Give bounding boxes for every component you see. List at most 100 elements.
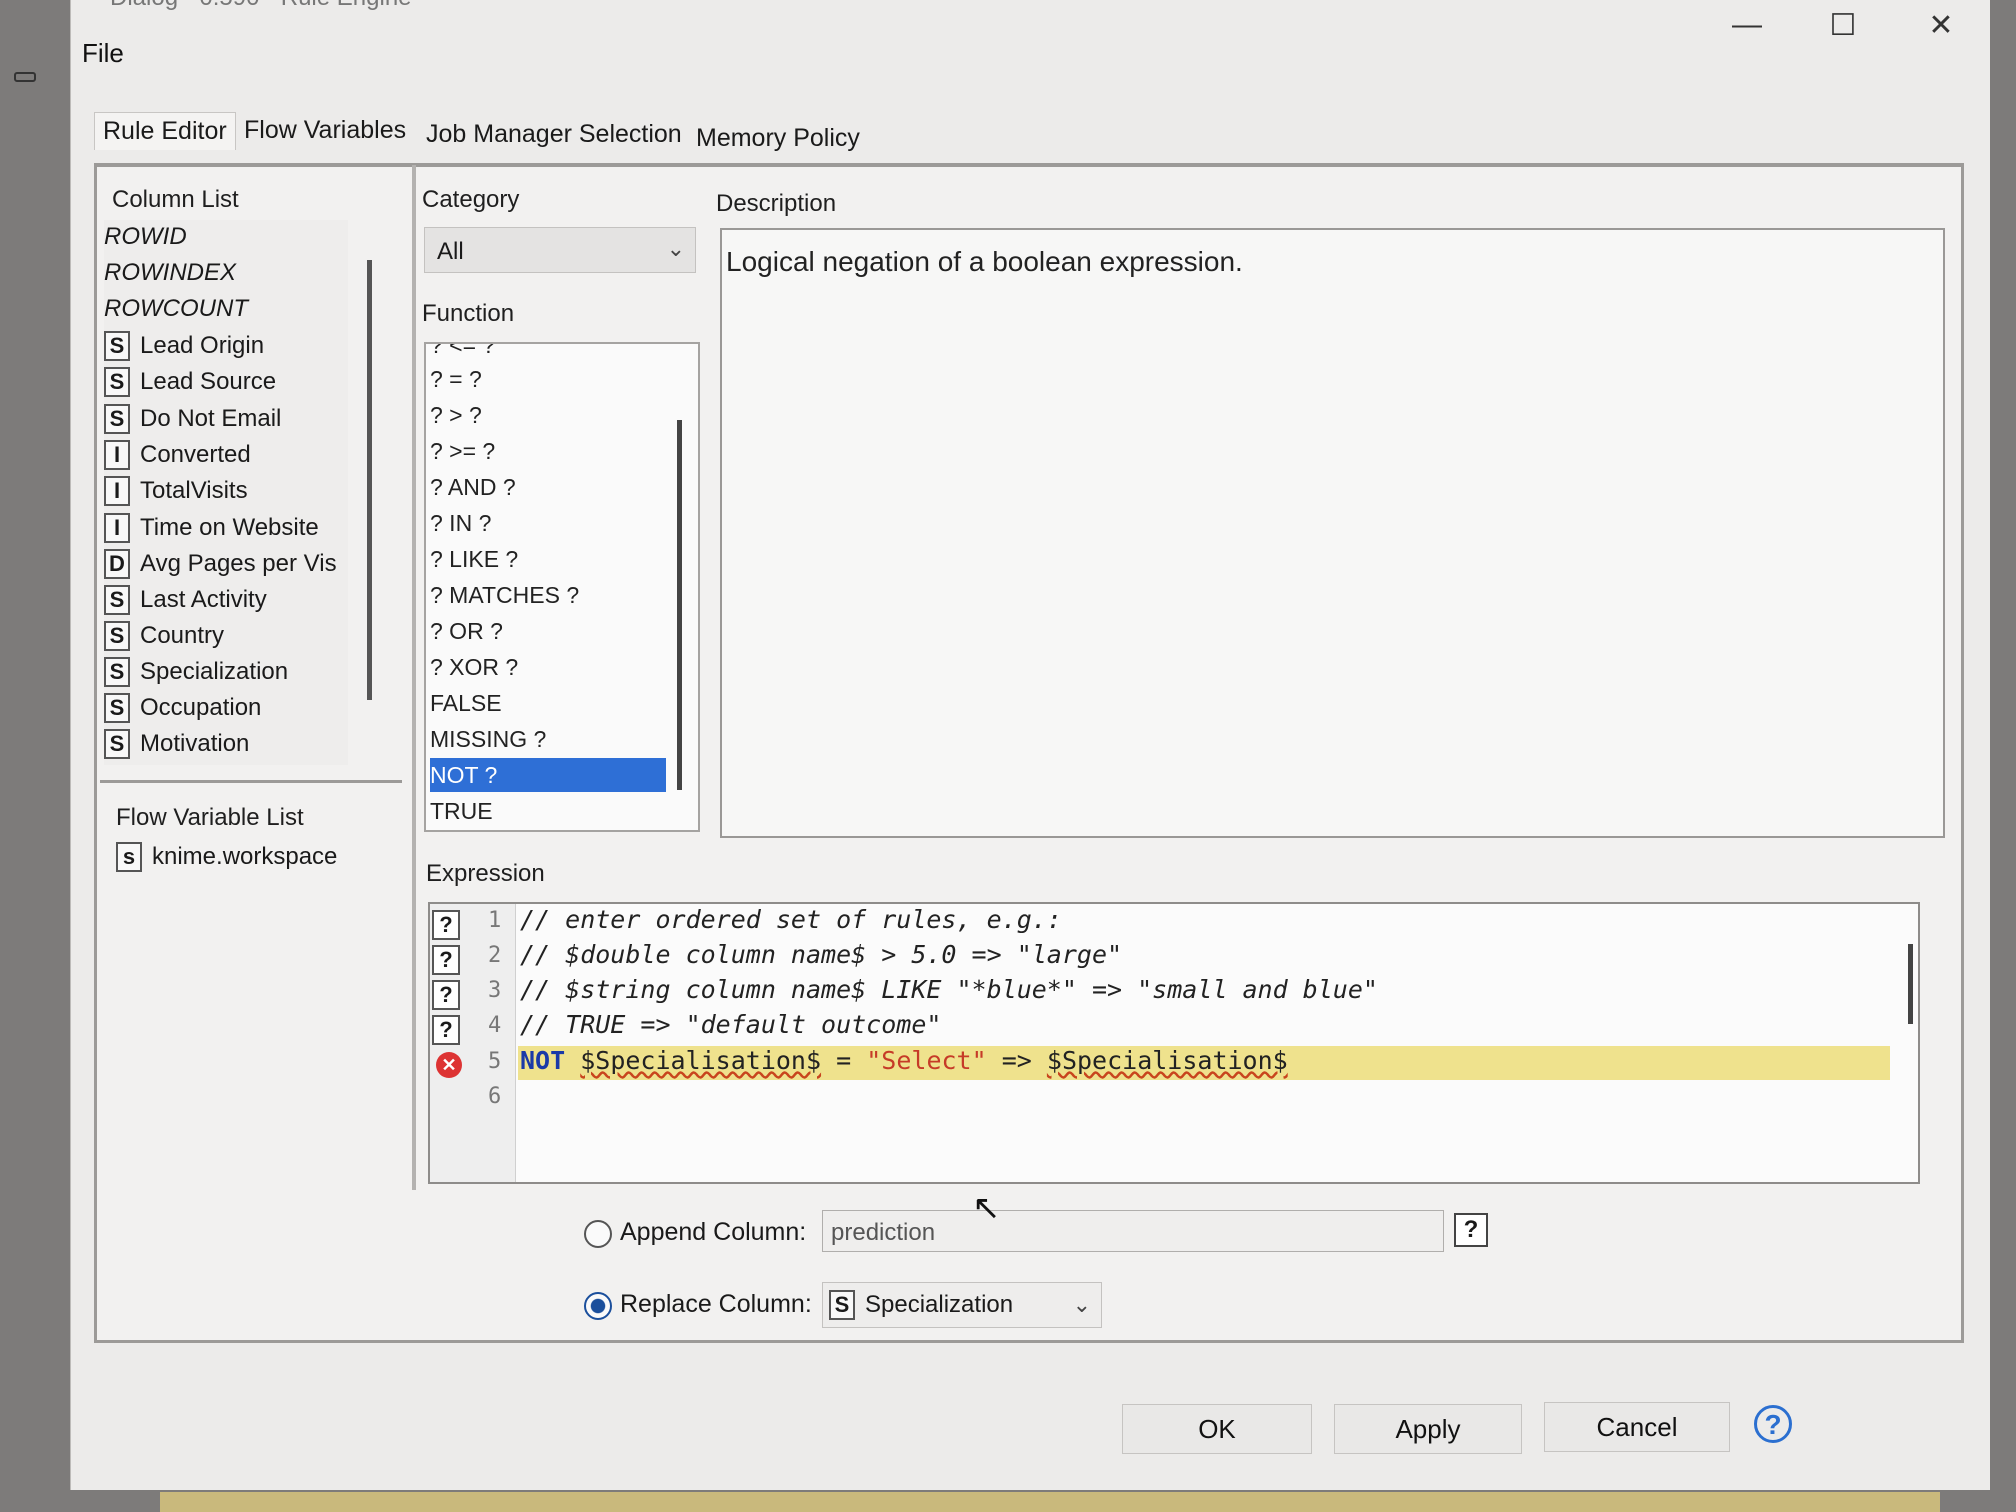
line-number: 3 [488, 978, 502, 1003]
minimize-button[interactable]: — [1722, 8, 1772, 42]
function-item[interactable]: ? XOR ? [430, 650, 666, 684]
function-item[interactable]: ? IN ? [430, 506, 666, 540]
rule-help-icon[interactable]: ? [432, 980, 460, 1010]
flow-variable-item-knime-workspace[interactable]: s knime.workspace [116, 840, 337, 874]
tab-memory-policy[interactable]: Memory Policy [688, 120, 868, 157]
tab-flow-variables[interactable]: Flow Variables [236, 112, 414, 149]
code-line-2: // $double column name$ > 5.0 => "large" [520, 940, 1123, 969]
code-variable: $Specialisation$ [1046, 1046, 1288, 1075]
column-item-time-on-website[interactable]: I Time on Website [104, 511, 319, 545]
double-type-icon: D [104, 549, 130, 579]
function-item[interactable]: ? >= ? [430, 434, 666, 468]
code-variable: $Specialisation$ [580, 1046, 822, 1075]
column-item-avg-pages[interactable]: D Avg Pages per Vis [104, 547, 337, 581]
function-item[interactable]: ? LIKE ? [430, 542, 666, 576]
ok-button[interactable]: OK [1122, 1404, 1312, 1454]
column-item-label: Specialization [140, 658, 289, 685]
string-type-icon: S [104, 404, 130, 434]
function-item[interactable]: ? AND ? [430, 470, 666, 504]
flow-variable-string-icon: s [116, 842, 142, 872]
integer-type-icon: I [104, 440, 130, 470]
column-item-last-activity[interactable]: S Last Activity [104, 583, 267, 617]
column-item-country[interactable]: S Country [104, 619, 224, 653]
line-number: 4 [488, 1013, 502, 1038]
replace-column-value: Specialization [865, 1291, 1014, 1318]
column-item-label: Last Activity [140, 586, 267, 613]
line-number: 2 [488, 943, 502, 968]
category-selected-value: All [437, 238, 464, 265]
column-item-label: Lead Source [140, 368, 277, 395]
help-icon[interactable]: ? [1754, 1405, 1792, 1443]
string-type-icon: S [104, 621, 130, 651]
column-item-label: Country [140, 622, 225, 649]
code-line-5: NOT $Specialisation$ = "Select" => $Spec… [520, 1046, 1288, 1075]
function-item-selected[interactable]: NOT ? [430, 758, 666, 792]
column-list-title: Column List [112, 186, 239, 213]
maximize-button[interactable]: ☐ [1818, 8, 1868, 43]
function-item[interactable]: TRUE [430, 794, 666, 828]
function-item[interactable]: ? = ? [430, 362, 666, 396]
column-item-label: ROWINDEX [104, 259, 236, 286]
tab-rule-editor[interactable]: Rule Editor [94, 112, 236, 150]
column-item-lead-source[interactable]: S Lead Source [104, 365, 276, 399]
description-box [720, 228, 1945, 838]
column-list[interactable]: ROWID ROWINDEX ROWCOUNT S Lead Origin S Le… [104, 220, 348, 765]
panel-divider[interactable] [412, 165, 416, 1190]
column-item-rowid[interactable]: ROWID [104, 220, 187, 254]
replace-column-radio[interactable] [584, 1292, 612, 1320]
rule-help-icon[interactable]: ? [432, 910, 460, 940]
tab-job-manager-selection[interactable]: Job Manager Selection [418, 116, 690, 153]
error-icon[interactable]: ✕ [436, 1052, 462, 1078]
menu-file[interactable]: File [82, 38, 124, 69]
category-select[interactable]: All ⌄ [424, 227, 696, 273]
column-item-label: Occupation [140, 694, 262, 721]
chevron-down-icon: ⌄ [1072, 1292, 1091, 1317]
column-item-rowindex[interactable]: ROWINDEX [104, 256, 236, 290]
column-list-scrollbar[interactable] [367, 260, 372, 700]
rule-help-icon[interactable]: ? [432, 1015, 460, 1045]
function-item[interactable]: ? > ? [430, 398, 666, 432]
column-item-label: ROWID [104, 223, 187, 250]
column-item-totalvisits[interactable]: I TotalVisits [104, 474, 248, 508]
rule-help-icon[interactable]: ? [432, 945, 460, 975]
close-button[interactable]: ✕ [1916, 8, 1966, 43]
column-item-do-not-email[interactable]: S Do Not Email [104, 402, 281, 436]
column-item-label: Converted [140, 441, 251, 468]
append-help-button[interactable]: ? [1454, 1213, 1488, 1247]
function-item[interactable]: MISSING ? [430, 722, 666, 756]
mouse-cursor-icon: ↖ [972, 1189, 1001, 1227]
string-type-icon: S [104, 367, 130, 397]
column-item-motivation[interactable]: S Motivation [104, 727, 249, 761]
function-item[interactable]: FALSE [430, 686, 666, 720]
column-flow-splitter[interactable] [100, 780, 402, 783]
flow-variable-list-title: Flow Variable List [116, 804, 304, 831]
function-list-scrollbar[interactable] [677, 420, 682, 790]
append-column-radio[interactable] [584, 1220, 612, 1248]
column-item-label: Time on Website [140, 514, 319, 541]
string-type-icon: S [829, 1290, 855, 1320]
function-list[interactable]: ? <= ? ? = ? ? > ? ? >= ? ? AND ? ? IN ?… [424, 342, 700, 832]
append-column-label: Append Column: [620, 1218, 807, 1246]
code-string: "Select" [866, 1046, 987, 1075]
column-item-converted[interactable]: I Converted [104, 438, 251, 472]
column-item-occupation[interactable]: S Occupation [104, 691, 261, 725]
apply-button[interactable]: Apply [1334, 1404, 1522, 1454]
append-column-value: prediction [831, 1219, 936, 1246]
column-item-lead-origin[interactable]: S Lead Origin [104, 329, 264, 363]
column-item-label: ROWCOUNT [104, 295, 248, 322]
function-item[interactable]: ? <= ? [430, 344, 666, 362]
cancel-button[interactable]: Cancel [1544, 1402, 1730, 1452]
replace-column-select[interactable]: S Specialization ⌄ [822, 1282, 1102, 1328]
flow-variable-label: knime.workspace [152, 843, 338, 870]
chevron-down-icon: ⌄ [666, 236, 685, 261]
collapsed-panel-icon[interactable] [14, 72, 36, 82]
description-title: Description [716, 190, 837, 217]
column-item-specialization[interactable]: S Specialization [104, 655, 288, 689]
expression-scrollbar[interactable] [1908, 944, 1913, 1024]
function-item[interactable]: ? MATCHES ? [430, 578, 666, 612]
function-item[interactable]: ? OR ? [430, 614, 666, 648]
append-column-input[interactable]: prediction [822, 1210, 1444, 1252]
column-item-rowcount[interactable]: ROWCOUNT [104, 292, 248, 326]
column-item-label: Do Not Email [140, 405, 282, 432]
string-type-icon: S [104, 657, 130, 687]
